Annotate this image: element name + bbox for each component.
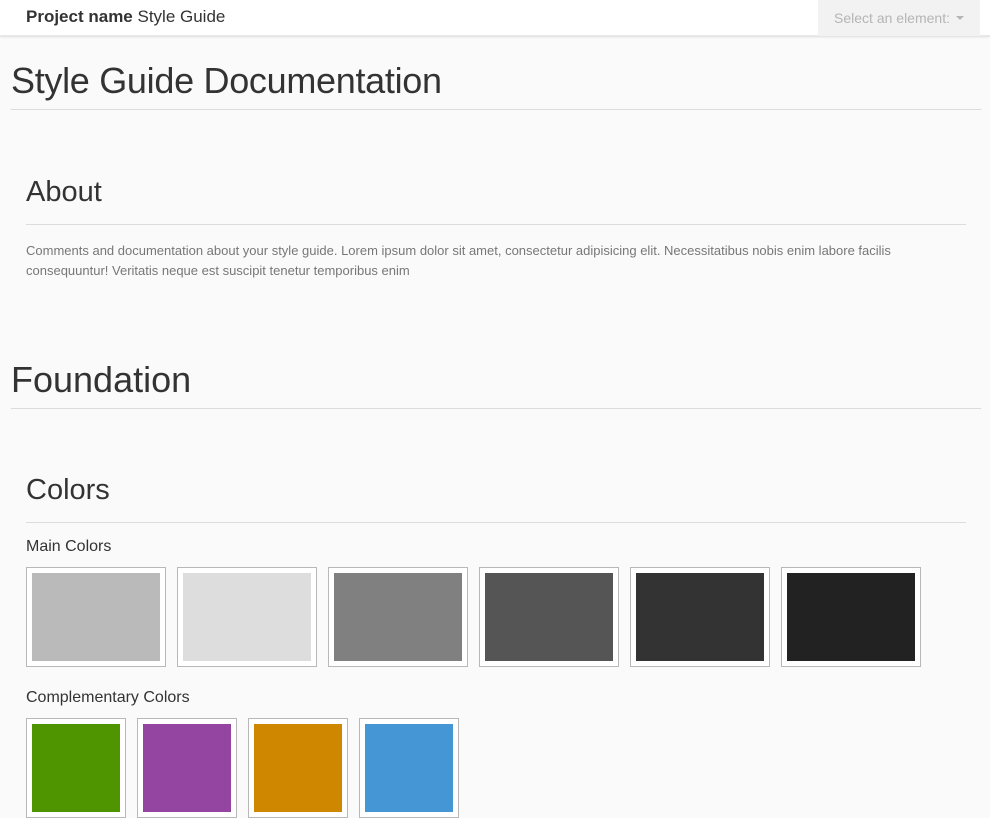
complementary-color-swatch bbox=[359, 718, 459, 818]
complementary-color-swatch-color bbox=[143, 724, 231, 812]
colors-heading: Colors bbox=[26, 474, 110, 506]
navbar: Project name Style Guide Select an eleme… bbox=[0, 0, 990, 36]
main-color-swatch-color bbox=[183, 573, 311, 661]
foundation-heading: Foundation bbox=[11, 359, 192, 400]
complementary-colors-row bbox=[26, 718, 470, 818]
complementary-color-swatch-color bbox=[32, 724, 120, 812]
main-color-swatch bbox=[177, 567, 317, 667]
main-color-swatch bbox=[328, 567, 468, 667]
main-color-swatch bbox=[781, 567, 921, 667]
main-color-swatch bbox=[479, 567, 619, 667]
complementary-color-swatch bbox=[137, 718, 237, 818]
divider bbox=[26, 522, 966, 523]
main-color-swatch bbox=[26, 567, 166, 667]
main-color-swatch-color bbox=[636, 573, 764, 661]
divider bbox=[11, 109, 981, 110]
brand-style-guide: Style Guide bbox=[132, 7, 226, 26]
select-element-dropdown[interactable]: Select an element: bbox=[818, 0, 980, 36]
main-colors-row bbox=[26, 567, 932, 667]
caret-down-icon bbox=[955, 16, 964, 20]
complementary-color-swatch bbox=[248, 718, 348, 818]
select-element-label: Select an element: bbox=[834, 10, 950, 26]
brand[interactable]: Project name Style Guide bbox=[26, 7, 225, 27]
main-color-swatch-color bbox=[787, 573, 915, 661]
main-color-swatch bbox=[630, 567, 770, 667]
complementary-color-swatch-color bbox=[365, 724, 453, 812]
main-color-swatch-color bbox=[485, 573, 613, 661]
page-title: Style Guide Documentation bbox=[11, 60, 442, 101]
about-text: Comments and documentation about your st… bbox=[26, 243, 891, 278]
brand-project-name: Project name bbox=[26, 7, 133, 26]
complementary-colors-label: Complementary Colors bbox=[26, 689, 190, 706]
divider bbox=[26, 224, 966, 225]
divider bbox=[11, 408, 981, 409]
main-color-swatch-color bbox=[334, 573, 462, 661]
complementary-color-swatch bbox=[26, 718, 126, 818]
about-heading: About bbox=[26, 176, 102, 208]
main-colors-label: Main Colors bbox=[26, 538, 112, 555]
main-color-swatch-color bbox=[32, 573, 160, 661]
complementary-color-swatch-color bbox=[254, 724, 342, 812]
